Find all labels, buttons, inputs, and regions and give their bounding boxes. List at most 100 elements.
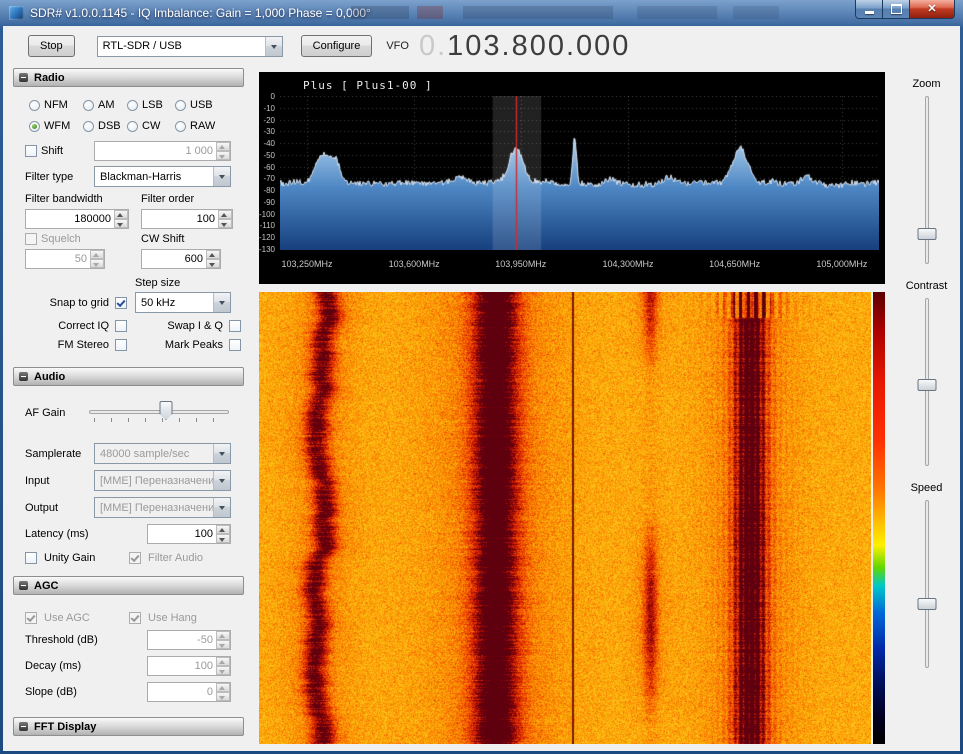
agc-panel-header[interactable]: AGC <box>13 576 244 595</box>
mode-dsb[interactable]: DSB <box>83 120 127 132</box>
zoom-slider-thumb[interactable] <box>917 227 936 240</box>
mode-nfm[interactable]: NFM <box>29 99 83 111</box>
window-title: SDR# v1.0.0.1145 - IQ Imbalance: Gain = … <box>30 6 371 20</box>
vfo-label: VFO <box>386 40 409 52</box>
filter-audio-checkbox[interactable] <box>129 552 141 564</box>
shift-input[interactable]: 1 000 <box>94 141 231 161</box>
maximize-button[interactable] <box>883 0 910 19</box>
audio-input-select[interactable]: [MME] Переназначени <box>94 470 231 491</box>
title-bar[interactable]: SDR# v1.0.0.1145 - IQ Imbalance: Gain = … <box>3 0 960 26</box>
collapse-icon[interactable] <box>19 372 28 381</box>
fft-display-panel: FFT Display View Both <box>12 717 245 750</box>
spin-down-button[interactable] <box>114 219 128 228</box>
configure-button[interactable]: Configure <box>300 35 373 57</box>
collapse-icon[interactable] <box>19 722 28 731</box>
spectrum-canvas[interactable] <box>280 96 879 250</box>
mode-lsb[interactable]: LSB <box>127 99 175 111</box>
speed-label: Speed <box>910 482 943 494</box>
frequency-display[interactable]: 0.103.800.000 <box>418 29 630 62</box>
snap-to-grid-label: Snap to grid <box>49 296 109 309</box>
mode-usb[interactable]: USB <box>175 99 241 111</box>
use-hang-checkbox[interactable] <box>129 612 141 624</box>
mode-selector: NFM AM LSB USB WFM DSB CW RAW <box>29 99 241 132</box>
af-gain-slider[interactable] <box>89 401 229 425</box>
spin-down-button[interactable] <box>216 534 230 543</box>
mode-cw[interactable]: CW <box>127 120 175 132</box>
filter-type-select[interactable]: Blackman-Harris <box>94 166 231 187</box>
radio-icon <box>83 120 94 132</box>
mode-wfm[interactable]: WFM <box>29 120 83 132</box>
latency-label: Latency (ms) <box>25 528 89 540</box>
squelch-checkbox[interactable] <box>25 233 37 245</box>
spectrum-display[interactable]: Plus [ Plus1-00 ] 0 -10 -20 -30 -40 -50 -60 -70… <box>259 72 885 284</box>
audio-output-select[interactable]: [MME] Переназначени <box>94 497 231 518</box>
fft-panel-header[interactable]: FFT Display <box>13 717 244 736</box>
mark-peaks-label: Mark Peaks <box>164 339 223 351</box>
display-controls: Zoom Contrast Speed <box>893 72 960 668</box>
radio-icon <box>127 120 138 132</box>
spin-up-button[interactable] <box>206 250 220 259</box>
spin-up-button[interactable] <box>216 142 230 151</box>
spin-down-button[interactable] <box>216 640 230 649</box>
stop-button[interactable]: Stop <box>28 35 75 57</box>
samplerate-select[interactable]: 48000 sample/sec <box>94 443 231 464</box>
sidebar: Radio NFM AM LSB USB WFM DSB CW RAW Shif… <box>3 66 253 750</box>
spin-up-button[interactable] <box>216 657 230 666</box>
frequency-leading-zeros: 0. <box>418 29 448 62</box>
waterfall-color-scale <box>873 292 885 744</box>
radio-panel-header[interactable]: Radio <box>13 68 244 87</box>
speed-slider-thumb[interactable] <box>917 598 936 611</box>
audio-panel-title: Audio <box>34 370 66 383</box>
device-select[interactable]: RTL-SDR / USB <box>96 35 283 57</box>
minimize-button[interactable] <box>855 0 883 19</box>
contrast-slider-thumb[interactable] <box>917 379 936 392</box>
mode-am[interactable]: AM <box>83 99 127 111</box>
threshold-input[interactable]: -50 <box>147 630 231 650</box>
contrast-slider[interactable] <box>917 298 937 466</box>
spin-down-button[interactable] <box>216 151 230 160</box>
cw-shift-input[interactable]: 600 <box>141 249 221 269</box>
threshold-label: Threshold (dB) <box>25 634 98 646</box>
spin-down-button[interactable] <box>216 666 230 675</box>
mode-raw[interactable]: RAW <box>175 120 241 132</box>
spinner <box>216 142 230 160</box>
latency-input[interactable]: 100 <box>147 524 231 544</box>
spin-up-button[interactable] <box>90 250 104 259</box>
spin-up-button[interactable] <box>216 525 230 534</box>
speed-slider[interactable] <box>917 500 937 668</box>
chevron-down-icon <box>213 293 230 312</box>
use-agc-checkbox[interactable] <box>25 612 37 624</box>
slope-input[interactable]: 0 <box>147 682 231 702</box>
radio-icon-selected <box>29 120 40 132</box>
spin-down-button[interactable] <box>90 259 104 268</box>
decay-input[interactable]: 100 <box>147 656 231 676</box>
fm-stereo-checkbox[interactable] <box>115 339 127 351</box>
input-label: Input <box>25 474 50 487</box>
spin-down-button[interactable] <box>216 692 230 701</box>
zoom-slider[interactable] <box>917 96 937 264</box>
collapse-icon[interactable] <box>19 581 28 590</box>
mark-peaks-checkbox[interactable] <box>229 339 241 351</box>
correct-iq-label: Correct IQ <box>58 320 109 332</box>
filter-order-input[interactable]: 100 <box>141 209 233 229</box>
collapse-icon[interactable] <box>19 73 28 82</box>
spin-down-button[interactable] <box>206 259 220 268</box>
step-size-select[interactable]: 50 kHz <box>135 292 231 313</box>
unity-gain-checkbox[interactable] <box>25 552 37 564</box>
snap-to-grid-checkbox[interactable] <box>115 296 127 309</box>
spin-up-button[interactable] <box>216 683 230 692</box>
samplerate-label: Samplerate <box>25 447 82 460</box>
spin-down-button[interactable] <box>218 219 232 228</box>
correct-iq-checkbox[interactable] <box>115 320 127 332</box>
spin-up-button[interactable] <box>114 210 128 219</box>
close-button[interactable]: ✕ <box>910 0 955 19</box>
shift-checkbox[interactable] <box>25 145 37 157</box>
spin-up-button[interactable] <box>216 631 230 640</box>
filter-bandwidth-input[interactable]: 180000 <box>25 209 129 229</box>
spin-up-button[interactable] <box>218 210 232 219</box>
swap-iq-checkbox[interactable] <box>229 320 241 332</box>
audio-panel-header[interactable]: Audio <box>13 367 244 386</box>
squelch-input[interactable]: 50 <box>25 249 105 269</box>
frequency-axis: 103,250MHz 103,600MHz 103,950MHz 104,300MHz… <box>281 259 868 269</box>
waterfall-display[interactable] <box>259 292 871 744</box>
